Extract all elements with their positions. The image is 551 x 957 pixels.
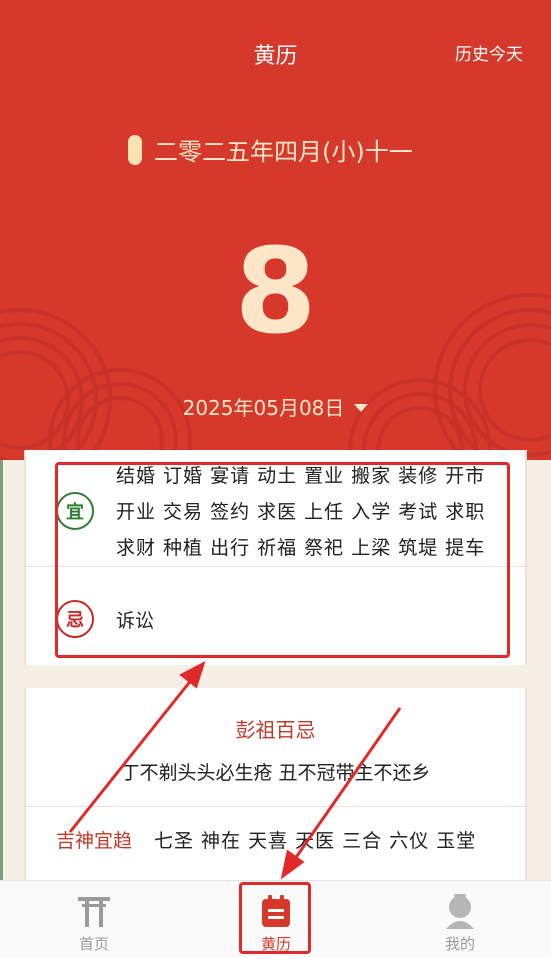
tab-home[interactable]: 首页 [34, 881, 154, 957]
history-today-link[interactable]: 历史今天 [455, 40, 523, 65]
lunar-marker [128, 134, 142, 165]
tab-mine[interactable]: 我的 [400, 881, 520, 957]
pengzu-title: 彭祖百忌 [235, 718, 316, 742]
caret-down-icon[interactable] [354, 403, 369, 412]
pengzu-divider [26, 806, 525, 807]
lunar-date-row: 二零二五年四月(小)十一 [128, 132, 413, 167]
tab-home-label[interactable]: 首页 [34, 933, 154, 954]
jishen-label: 吉神宜趋 [56, 830, 133, 852]
date-picker[interactable]: 2025年05月08日 [0, 392, 551, 421]
lunar-date: 二零二五年四月(小)十一 [154, 138, 413, 166]
annotation-box-yi-ji [55, 462, 510, 658]
solar-date[interactable]: 2025年05月08日 [183, 392, 345, 421]
tab-mine-label[interactable]: 我的 [400, 933, 520, 954]
day-number: 8 [234, 222, 317, 360]
person-icon[interactable] [440, 891, 480, 931]
header-banner: 黄历 历史今天 二零二五年四月(小)十一 8 2025年05月08日 [0, 0, 551, 460]
jishen-items: 七圣 神在 天喜 天医 三合 六仪 玉堂 [154, 830, 477, 852]
annotation-box-calendar-tab [239, 882, 311, 954]
pengzu-text: 丁不剃头头必生疮 丑不冠带主不还乡 [120, 762, 431, 784]
torii-gate-icon[interactable] [74, 891, 114, 931]
arrowhead-card [179, 660, 206, 689]
